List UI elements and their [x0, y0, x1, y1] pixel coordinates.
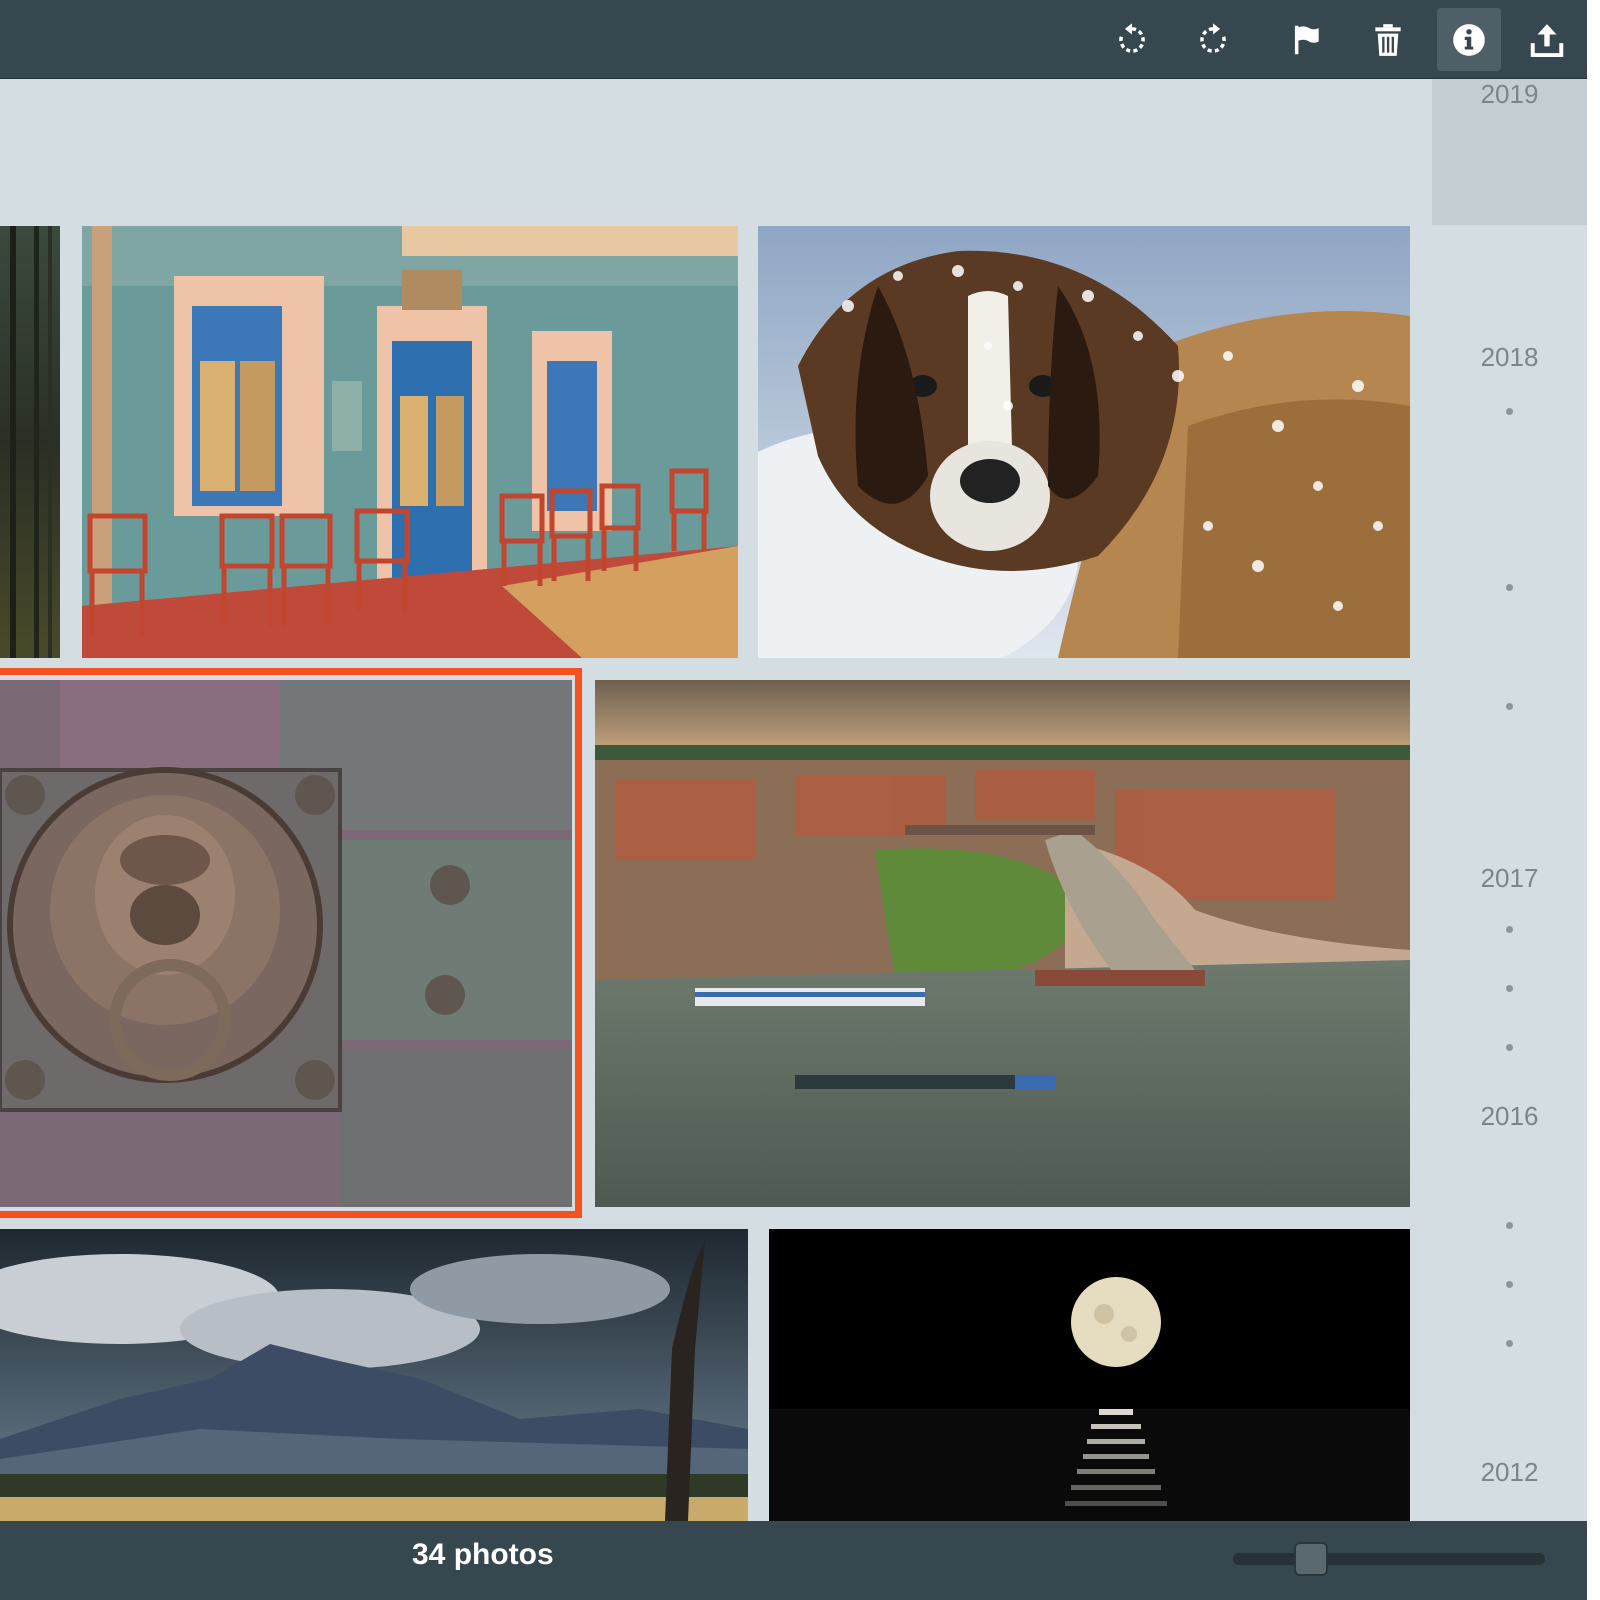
- zoom-slider-handle[interactable]: [1294, 1542, 1328, 1576]
- photo-cafe-storefront[interactable]: [82, 226, 738, 658]
- flag-icon: [1294, 25, 1319, 54]
- top-toolbar: [0, 0, 1587, 79]
- photo-lion-door-knocker[interactable]: [0, 680, 572, 1207]
- timeline-year-2012[interactable]: 2012: [1432, 1457, 1587, 1488]
- zoom-slider-track[interactable]: [1233, 1553, 1545, 1565]
- timeline-dot[interactable]: [1506, 1044, 1513, 1051]
- timeline-year-2018[interactable]: 2018: [1432, 342, 1587, 373]
- rotate-right-button[interactable]: [1181, 8, 1245, 71]
- photo-river-city-aerial[interactable]: [595, 680, 1410, 1207]
- rotate-left-button[interactable]: [1100, 8, 1164, 71]
- rotate-left-icon: [1119, 22, 1145, 53]
- photo-saint-bernard-dog[interactable]: [758, 226, 1410, 658]
- flag-button[interactable]: [1274, 8, 1338, 71]
- share-icon: [1530, 23, 1564, 57]
- photo-moon-over-sea[interactable]: [769, 1229, 1410, 1521]
- timeline-dot[interactable]: [1506, 408, 1513, 415]
- info-button[interactable]: [1437, 8, 1501, 71]
- timeline-dot[interactable]: [1506, 1222, 1513, 1229]
- timeline-dot[interactable]: [1506, 1340, 1513, 1347]
- photo-mountain-clouds[interactable]: [0, 1229, 748, 1521]
- timeline-dot[interactable]: [1506, 1281, 1513, 1288]
- rotate-right-icon: [1200, 22, 1226, 53]
- trash-icon: [1375, 23, 1401, 56]
- timeline-year-2019[interactable]: 2019: [1432, 79, 1587, 110]
- photo-count-label: 34 photos: [412, 1538, 554, 1571]
- timeline-dot[interactable]: [1506, 584, 1513, 591]
- share-button[interactable]: [1515, 8, 1579, 71]
- info-icon: [1453, 23, 1485, 56]
- delete-button[interactable]: [1356, 8, 1420, 71]
- photo-forest[interactable]: [0, 226, 60, 658]
- timeline-year-2016[interactable]: 2016: [1432, 1101, 1587, 1132]
- year-timeline[interactable]: 2019 2018 2017 2016 2012: [1432, 79, 1587, 1521]
- scrollbar-edge: [1587, 0, 1600, 1600]
- timeline-dot[interactable]: [1506, 703, 1513, 710]
- timeline-dot[interactable]: [1506, 985, 1513, 992]
- timeline-year-2017[interactable]: 2017: [1432, 863, 1587, 894]
- timeline-dot[interactable]: [1506, 926, 1513, 933]
